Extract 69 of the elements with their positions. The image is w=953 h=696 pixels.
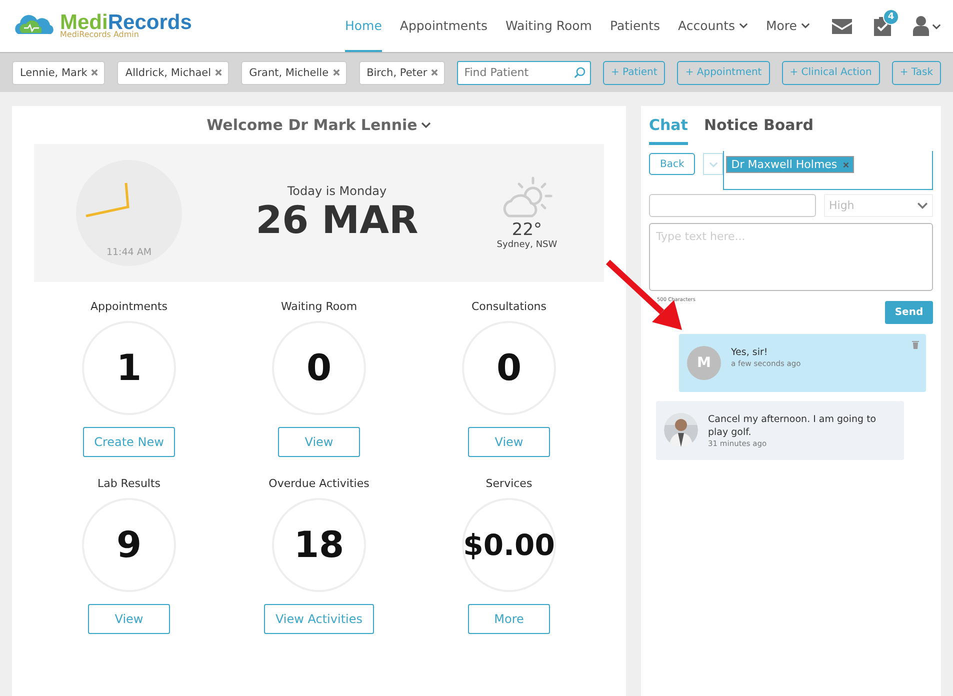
date-text: 26 MAR bbox=[256, 198, 418, 242]
stat-action-button[interactable]: More bbox=[468, 604, 550, 634]
stat-label: Appointments bbox=[90, 300, 168, 313]
avatar: M bbox=[687, 346, 721, 380]
close-icon[interactable] bbox=[332, 69, 340, 76]
chevron-down-icon bbox=[708, 160, 718, 168]
day-label: Today is Monday bbox=[287, 184, 387, 198]
nav-link[interactable]: Accounts bbox=[678, 0, 748, 52]
clock-hands-icon bbox=[84, 182, 130, 218]
stat-value: 9 bbox=[82, 498, 176, 592]
close-icon[interactable] bbox=[843, 162, 850, 168]
location: Sydney, NSW bbox=[496, 240, 558, 250]
quick-action-button[interactable]: + Appointment bbox=[677, 60, 770, 84]
quick-action-button[interactable]: + Task bbox=[892, 60, 941, 84]
chevron-down-icon bbox=[917, 200, 928, 211]
stat-action-button[interactable]: View bbox=[468, 427, 550, 457]
chevron-down-icon bbox=[421, 120, 432, 130]
send-button[interactable]: Send bbox=[885, 301, 933, 324]
patient-tab[interactable]: Lennie, Mark bbox=[12, 60, 106, 84]
subject-field[interactable] bbox=[649, 194, 816, 217]
search-icon bbox=[574, 66, 586, 79]
recipient-dropdown-button[interactable] bbox=[703, 153, 724, 175]
stat-label: Overdue Activities bbox=[268, 477, 370, 490]
quick-action-button[interactable]: + Patient bbox=[602, 60, 666, 84]
message-text: Cancel my afternoon. I am going to play golf. bbox=[708, 413, 878, 439]
chevron-down-icon bbox=[739, 20, 748, 30]
nav-link[interactable]: Patients bbox=[610, 0, 660, 52]
patient-tab[interactable]: Birch, Peter bbox=[358, 60, 446, 84]
message-text: Yes, sir! bbox=[731, 346, 769, 359]
stat-label: Consultations bbox=[472, 300, 546, 313]
find-patient-field[interactable]: Find Patient bbox=[457, 60, 591, 84]
user-icon[interactable] bbox=[913, 16, 929, 36]
stat-action-button[interactable]: View bbox=[278, 427, 360, 457]
patient-tab[interactable]: Alldrick, Michael bbox=[117, 60, 230, 84]
quick-action-button[interactable]: + Clinical Action bbox=[782, 60, 880, 84]
mail-icon[interactable] bbox=[832, 18, 852, 34]
notification-badge: 4 bbox=[883, 9, 899, 25]
chevron-down-icon bbox=[932, 22, 941, 30]
clock-time: 11:44 AM bbox=[106, 247, 152, 258]
panel-tab[interactable]: Chat bbox=[649, 114, 688, 145]
stat-value: 1 bbox=[82, 321, 176, 415]
close-icon[interactable] bbox=[215, 69, 222, 76]
nav-link[interactable]: More bbox=[766, 0, 810, 52]
stat-action-button[interactable]: Create New bbox=[83, 427, 175, 457]
stat-value: 0 bbox=[272, 321, 366, 415]
patient-tab[interactable]: Grant, Michelle bbox=[241, 60, 347, 84]
nav-link[interactable]: Appointments bbox=[400, 0, 488, 52]
stat-label: Waiting Room bbox=[280, 300, 358, 313]
close-icon[interactable] bbox=[431, 69, 438, 76]
close-icon[interactable] bbox=[91, 69, 98, 76]
chevron-down-icon bbox=[801, 20, 810, 30]
stat-action-button[interactable]: View bbox=[88, 604, 170, 634]
brand-subtitle: MediRecords Admin bbox=[60, 30, 140, 39]
find-patient-field[interactable]: Find Patient bbox=[462, 65, 574, 80]
nav-link[interactable]: Waiting Room bbox=[505, 0, 592, 52]
stat-action-button[interactable]: View Activities bbox=[264, 604, 374, 634]
back-button[interactable]: Back bbox=[649, 153, 696, 175]
stat-value: $0.00 bbox=[462, 498, 556, 592]
recipient-tag: Dr Maxwell Holmes bbox=[726, 156, 854, 173]
stat-label: Services bbox=[486, 477, 532, 490]
recipient-field[interactable]: Dr Maxwell Holmes bbox=[723, 151, 933, 190]
panel-tab[interactable]: Notice Board bbox=[704, 114, 814, 145]
stat-value: 0 bbox=[462, 321, 556, 415]
trash-icon[interactable] bbox=[912, 340, 919, 349]
welcome-heading[interactable]: Welcome Dr Mark Lennie bbox=[206, 116, 432, 134]
temperature: 22° bbox=[512, 220, 542, 240]
stat-value: 18 bbox=[272, 498, 366, 592]
stat-label: Lab Results bbox=[97, 477, 161, 490]
priority-select[interactable]: High bbox=[824, 194, 933, 217]
